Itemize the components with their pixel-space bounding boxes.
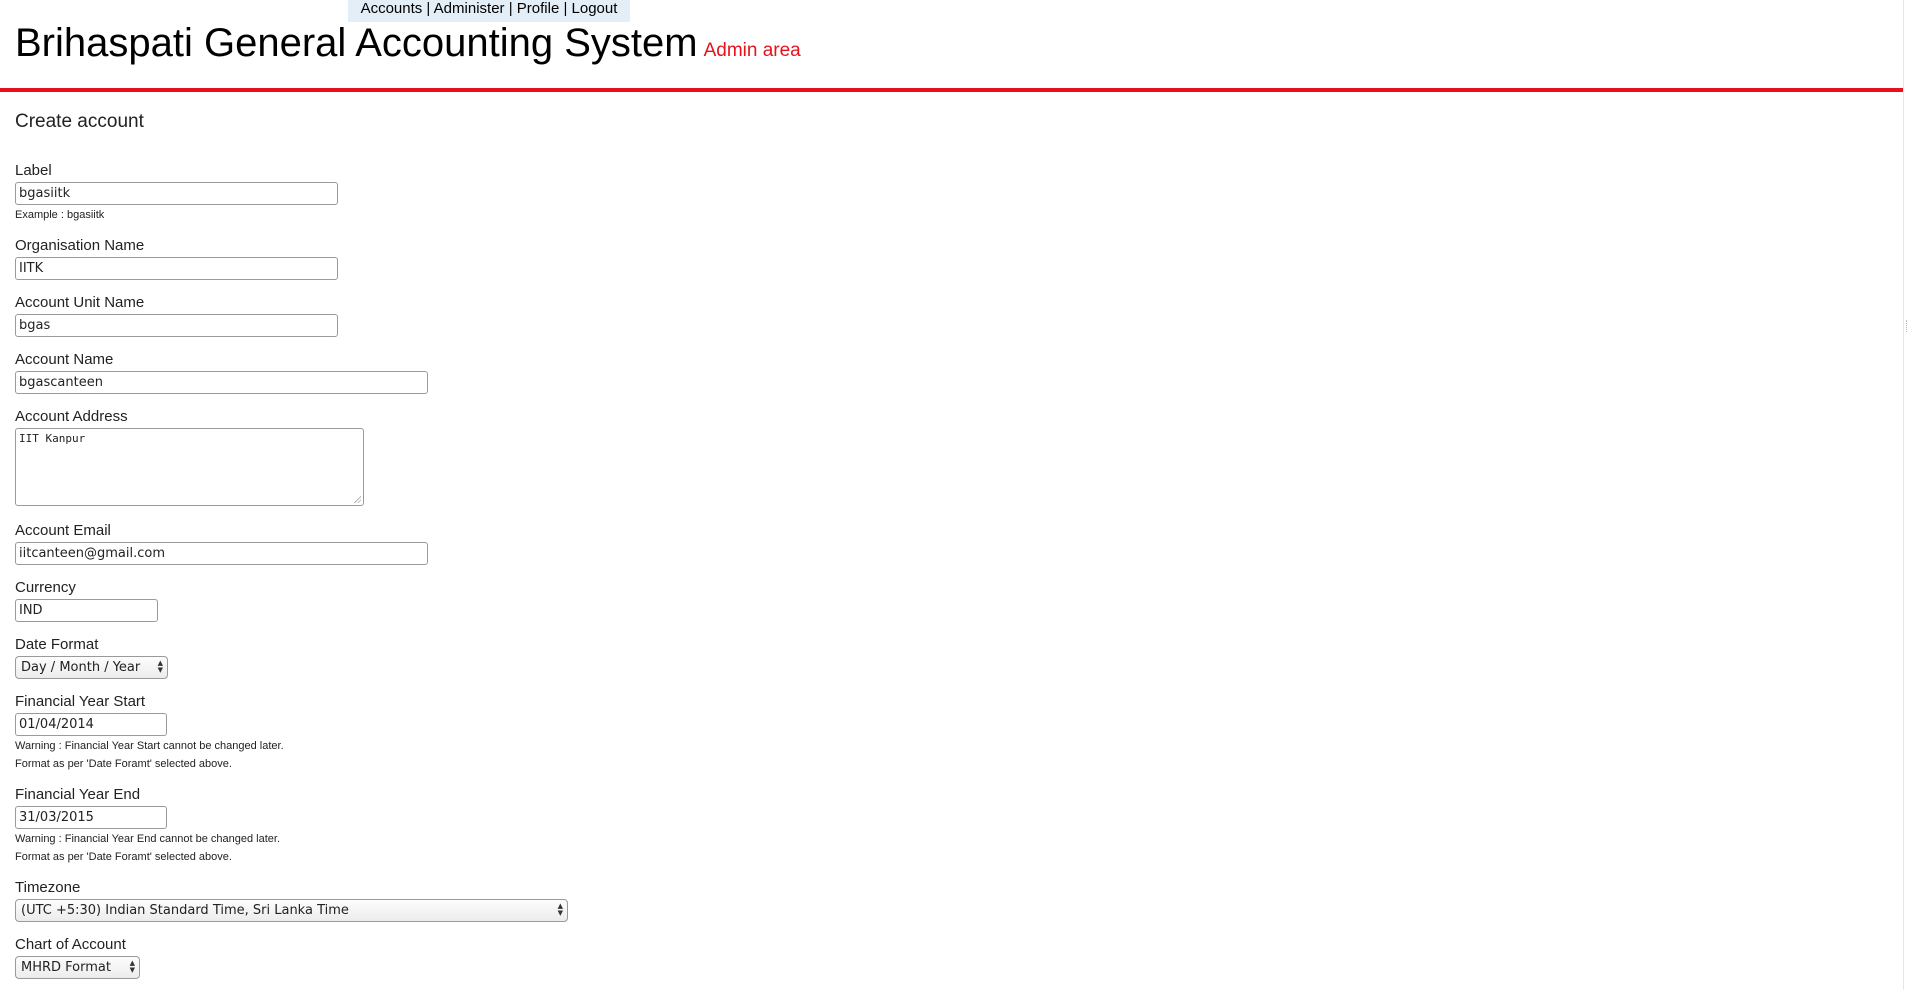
nav-separator: | [504, 0, 517, 17]
chart-of-account-field-group: Chart of Account MHRD Format ▲ ▼ [15, 936, 140, 979]
resize-grip-icon[interactable] [353, 495, 361, 503]
account-email-input[interactable] [15, 542, 428, 565]
up-down-arrows-icon: ▲ ▼ [157, 659, 163, 674]
timezone-label: Timezone [15, 879, 81, 896]
account-name-field-group: Account Name [15, 351, 428, 394]
label-field-group: Label Example : bgasiitk [15, 162, 338, 224]
account-email-label: Account Email [15, 522, 111, 539]
site-title: Brihaspati General Accounting System Admi… [15, 18, 801, 76]
organisation-name-input[interactable] [15, 257, 338, 280]
account-address-text: IIT Kanpur [19, 432, 86, 445]
page-heading: Create account [15, 111, 144, 132]
date-format-selected-value: Day / Month / Year [21, 660, 141, 675]
site-title-text: Brihaspati General Accounting System [15, 21, 698, 65]
label-field-label: Label [15, 162, 52, 179]
header-divider [0, 88, 1904, 92]
account-unit-name-input[interactable] [15, 314, 338, 337]
organisation-name-field-group: Organisation Name [15, 237, 338, 280]
up-down-arrows-icon: ▲ ▼ [557, 902, 563, 917]
account-email-field-group: Account Email [15, 522, 428, 565]
nav-separator: | [422, 0, 434, 17]
nav-link-accounts[interactable]: Accounts [361, 0, 423, 17]
currency-label: Currency [15, 579, 76, 596]
financial-year-start-input[interactable] [15, 713, 167, 736]
account-address-field-group: Account Address IIT Kanpur [15, 408, 364, 506]
up-down-arrows-icon: ▲ ▼ [129, 959, 135, 974]
nav-link-administer[interactable]: Administer [434, 0, 505, 17]
financial-year-end-format-note: Format as per 'Date Foramt' selected abo… [15, 851, 232, 863]
financial-year-end-input[interactable] [15, 806, 167, 829]
account-name-input[interactable] [15, 371, 428, 394]
timezone-field-group: Timezone (UTC +5:30) Indian Standard Tim… [15, 879, 568, 922]
label-input[interactable] [15, 182, 338, 205]
account-unit-name-field-group: Account Unit Name [15, 294, 338, 337]
financial-year-end-label: Financial Year End [15, 786, 141, 803]
financial-year-end-warning: Warning : Financial Year End cannot be c… [15, 833, 280, 845]
account-name-label: Account Name [15, 351, 114, 368]
financial-year-start-warning: Warning : Financial Year Start cannot be… [15, 740, 284, 752]
admin-area-label: Admin area [703, 40, 801, 61]
financial-year-start-field-group: Financial Year Start Warning : Financial… [15, 693, 284, 773]
date-format-field-group: Date Format Day / Month / Year ▲ ▼ [15, 636, 168, 679]
currency-input[interactable] [15, 599, 158, 622]
scrollbar-grip-icon[interactable] [1906, 320, 1910, 332]
label-example-hint: Example : bgasiitk [15, 209, 105, 221]
nav-link-logout[interactable]: Logout [572, 0, 618, 17]
account-address-textarea[interactable]: IIT Kanpur [15, 428, 364, 506]
chart-of-account-select[interactable]: MHRD Format ▲ ▼ [15, 956, 140, 979]
organisation-name-label: Organisation Name [15, 237, 145, 254]
financial-year-start-label: Financial Year Start [15, 693, 146, 710]
page-scrollbar[interactable] [1903, 0, 1914, 990]
nav-separator: | [559, 0, 572, 17]
chart-of-account-label: Chart of Account [15, 936, 126, 953]
financial-year-end-field-group: Financial Year End Warning : Financial Y… [15, 786, 280, 866]
timezone-select[interactable]: (UTC +5:30) Indian Standard Time, Sri La… [15, 899, 568, 922]
nav-link-profile[interactable]: Profile [517, 0, 560, 17]
account-address-label: Account Address [15, 408, 128, 425]
chart-of-account-selected-value: MHRD Format [21, 960, 111, 975]
currency-field-group: Currency [15, 579, 158, 622]
date-format-select[interactable]: Day / Month / Year ▲ ▼ [15, 656, 168, 679]
account-unit-name-label: Account Unit Name [15, 294, 145, 311]
timezone-selected-value: (UTC +5:30) Indian Standard Time, Sri La… [21, 903, 349, 918]
date-format-label: Date Format [15, 636, 99, 653]
financial-year-start-format-note: Format as per 'Date Foramt' selected abo… [15, 758, 232, 770]
